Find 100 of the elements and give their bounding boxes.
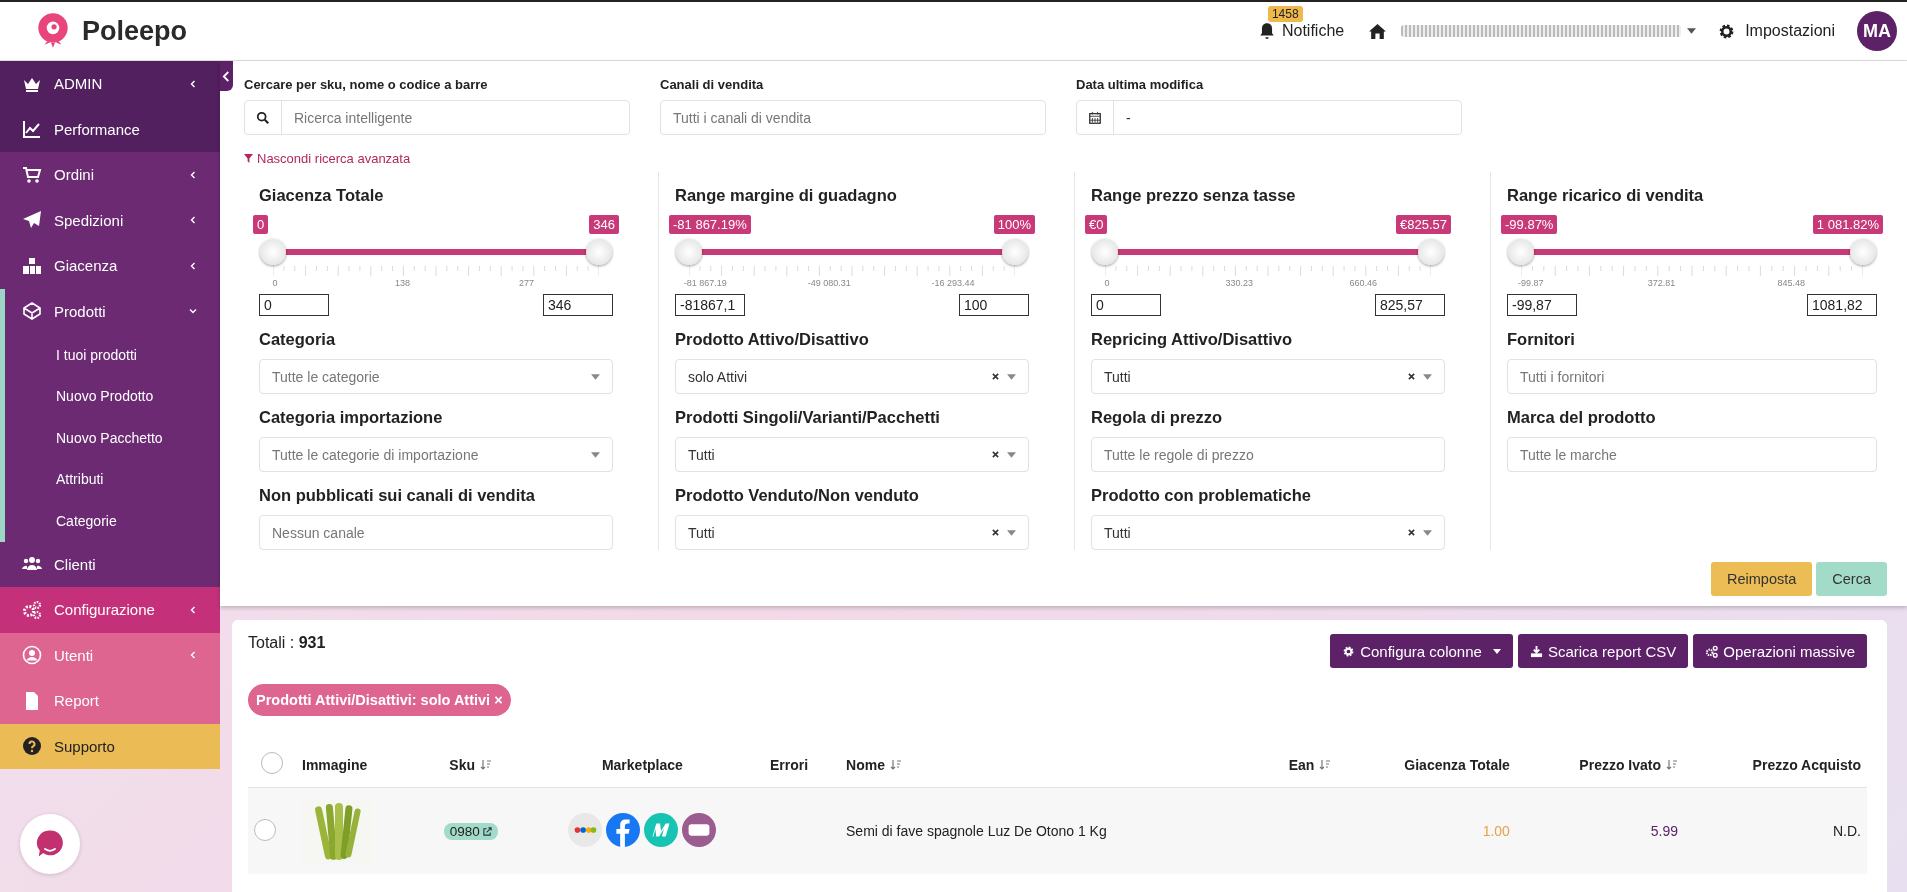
notifications-link[interactable]: Notifiche xyxy=(1257,22,1345,40)
collapse-sidebar-button[interactable] xyxy=(220,61,233,91)
input-field[interactable]: Tutti i fornitori xyxy=(1507,359,1877,394)
number-input[interactable]: 0 xyxy=(1091,294,1161,316)
dropdown[interactable]: Tutti xyxy=(1091,359,1445,394)
slider-handle[interactable] xyxy=(586,239,612,265)
settings-link[interactable]: Impostazioni xyxy=(1718,22,1835,40)
dropdown[interactable]: solo Attivi xyxy=(675,359,1029,394)
number-input[interactable]: 1081,82 xyxy=(1807,294,1877,316)
sidebar-item[interactable]: Spedizioni xyxy=(0,197,220,243)
field-label: Cercare per sku, nome o codice a barre xyxy=(244,77,489,92)
sidebar-item[interactable]: Ordini xyxy=(0,152,220,198)
filter-title: Range margine di guadagno xyxy=(675,186,898,205)
range-slider[interactable] xyxy=(1507,238,1877,266)
tick-label: 845.48 xyxy=(1777,278,1806,288)
dropdown[interactable]: Tutte le categorie xyxy=(259,359,613,394)
select-all-checkbox[interactable] xyxy=(261,752,283,774)
sku-link[interactable]: 0980 xyxy=(443,822,498,840)
table-cell: Semi di fave spagnole Luz De Otono 1 Kg xyxy=(846,823,1107,839)
filter-label: Prodotti Singoli/Varianti/Pacchetti xyxy=(675,408,941,427)
toolbar-button[interactable]: Operazioni massive xyxy=(1693,634,1867,668)
dropdown[interactable]: Tutti xyxy=(1091,515,1445,550)
user-icon xyxy=(22,645,42,666)
reset-button[interactable]: Reimposta xyxy=(1711,562,1813,596)
dropdown[interactable]: Tutti xyxy=(675,515,1029,550)
date-field[interactable]: - xyxy=(1076,100,1462,135)
sort-icon[interactable] xyxy=(1666,758,1679,771)
value-badge: €825.57 xyxy=(1396,215,1451,234)
column-header[interactable]: Prezzo Ivato xyxy=(1579,756,1679,773)
sidebar-item[interactable]: Configurazione xyxy=(0,587,220,633)
filter-icon xyxy=(244,154,253,163)
number-input[interactable]: 825,57 xyxy=(1375,294,1445,316)
tick-label: 372.81 xyxy=(1647,278,1676,288)
sort-icon[interactable] xyxy=(480,758,493,771)
sidebar-subitem[interactable]: I tuoi prodotti xyxy=(5,334,220,376)
range-slider[interactable] xyxy=(1091,238,1445,266)
slider-handle[interactable] xyxy=(1092,239,1118,265)
search-button[interactable]: Cerca xyxy=(1816,562,1887,596)
row-checkbox[interactable] xyxy=(254,818,276,841)
column-header[interactable]: Nome xyxy=(846,756,902,773)
clear-icon[interactable] xyxy=(1408,529,1415,536)
slider-handle[interactable] xyxy=(1002,239,1028,265)
column-header: Errori xyxy=(769,756,808,773)
dropdown[interactable]: Tutti xyxy=(675,437,1029,472)
sidebar-item[interactable]: Clienti xyxy=(0,541,220,587)
sort-icon[interactable] xyxy=(1319,758,1332,771)
field-label: Data ultima modifica xyxy=(1076,77,1205,92)
sidebar-item[interactable]: ADMIN xyxy=(0,61,220,107)
user-avatar[interactable]: MA xyxy=(1857,11,1897,51)
chevron-icon xyxy=(188,650,198,661)
input-field[interactable]: Nessun canale xyxy=(259,515,613,550)
clear-icon[interactable] xyxy=(992,529,999,536)
filter-label: Prodotto Attivo/Disattivo xyxy=(675,330,870,349)
sidebar-subitem[interactable]: Nuovo Prodotto xyxy=(5,375,220,417)
home-icon[interactable] xyxy=(1368,22,1388,40)
sidebar-subitem[interactable]: Nuovo Pacchetto xyxy=(5,417,220,459)
number-input[interactable]: 100 xyxy=(959,294,1029,316)
chat-button[interactable] xyxy=(20,814,80,874)
number-input[interactable]: 346 xyxy=(543,294,613,316)
slider-handle[interactable] xyxy=(1850,239,1876,265)
slider-handle[interactable] xyxy=(1418,239,1444,265)
number-input[interactable]: -81867,1 xyxy=(675,294,745,316)
number-input[interactable]: 0 xyxy=(259,294,329,316)
sidebar-subitem[interactable]: Attributi xyxy=(5,458,220,500)
dropdown[interactable]: Tutte le categorie di importazione xyxy=(259,437,613,472)
slider-handle[interactable] xyxy=(1508,239,1534,265)
clear-icon[interactable] xyxy=(992,451,999,458)
value-badge: 100% xyxy=(993,215,1035,234)
hide-advanced-search-link[interactable]: Nascondi ricerca avanzata xyxy=(244,151,411,166)
filter-title: Giacenza Totale xyxy=(259,186,385,205)
marketplace-icon xyxy=(606,812,641,847)
column-header[interactable]: Ean xyxy=(1288,756,1332,773)
sidebar-subitem[interactable]: Categorie xyxy=(5,500,220,542)
filter-title: Range ricarico di vendita xyxy=(1507,186,1705,205)
sort-icon[interactable] xyxy=(889,758,902,771)
range-slider[interactable] xyxy=(675,238,1029,266)
tick-label: -81 867.19 xyxy=(683,278,727,288)
range-slider[interactable] xyxy=(259,238,613,266)
clear-icon[interactable] xyxy=(1408,373,1415,380)
value-badge: 346 xyxy=(589,215,619,234)
search-icon xyxy=(256,110,270,125)
column-header[interactable]: Sku xyxy=(449,756,493,773)
marketplace-icon xyxy=(644,812,679,847)
sidebar-item[interactable]: Performance xyxy=(0,106,220,152)
slider-handle[interactable] xyxy=(676,239,702,265)
clear-icon[interactable] xyxy=(992,373,999,380)
sidebar-item[interactable]: Supporto xyxy=(0,723,220,769)
input-field[interactable]: Tutte le regole di prezzo xyxy=(1091,437,1445,472)
chevron-icon xyxy=(188,215,198,226)
input-field[interactable]: Tutte le marche xyxy=(1507,437,1877,472)
calendar-icon xyxy=(1088,110,1102,125)
sidebar-item[interactable]: Giacenza xyxy=(0,243,220,289)
toolbar-button[interactable]: Scarica report CSV xyxy=(1517,634,1689,668)
sidebar-item[interactable]: Prodotti xyxy=(5,288,220,334)
number-input[interactable]: -99,87 xyxy=(1507,294,1577,316)
slider-handle[interactable] xyxy=(260,239,286,265)
search-field[interactable]: Ricerca intelligente xyxy=(244,100,630,135)
gear-icon xyxy=(1342,644,1356,658)
input-field[interactable]: Tutti i canali di vendita xyxy=(660,100,1046,135)
toolbar-button[interactable]: Configura colonne xyxy=(1330,634,1513,668)
